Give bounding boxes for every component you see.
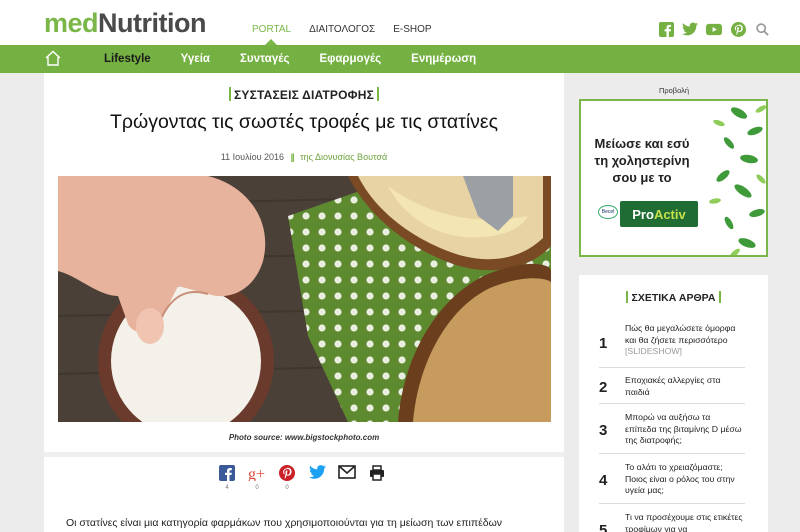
related-heading: ΣΧΕΤΙΚΑ ΑΡΘΡΑ <box>579 291 768 304</box>
related-tag: [SLIDESHOW] <box>625 346 682 356</box>
email-icon <box>338 465 356 479</box>
related-item[interactable]: 4 Το αλάτι το χρειαζόμαστε; Ποιος είναι … <box>599 454 745 504</box>
article-title: Τρώγοντας τις σωστές τροφές με τις στατί… <box>109 111 499 133</box>
topnav-portal[interactable]: PORTAL <box>252 24 291 35</box>
logo-nutrition: Nutrition <box>98 8 207 38</box>
related-text: Πώς θα μεγαλώσετε όμορφα και θα ζήσετε π… <box>625 323 743 358</box>
category-label: ΣΥΣΤΑΣΕΙΣ ΔΙΑΤΡΟΦΗΣ <box>234 88 374 102</box>
related-title-text: Εποχιακές αλλεργίες στα παιδιά <box>625 375 721 397</box>
article-date: 11 Ιουλίου 2016 <box>220 152 285 162</box>
photo-illustration <box>58 176 551 422</box>
article: ΣΥΣΤΑΣΕΙΣ ΔΙΑΤΡΟΦΗΣ Τρώγοντας τις σωστές… <box>44 73 564 532</box>
top-header: medNutrition PORTAL ΔΙΑΙΤΟΛΟΓΟΣ E-SHOP <box>0 0 800 46</box>
topnav-dietitian[interactable]: ΔΙΑΙΤΟΛΟΓΟΣ <box>309 24 375 35</box>
related-number: 4 <box>599 472 608 489</box>
category-bar-left <box>229 87 232 101</box>
share-count-facebook: 4 <box>225 485 229 491</box>
site-logo[interactable]: medNutrition <box>44 8 207 39</box>
article-category[interactable]: ΣΥΣΤΑΣΕΙΣ ΔΙΑΤΡΟΦΗΣ <box>44 87 564 102</box>
related-item[interactable]: 5 Τι να προσέχουμε στις ετικέτες τροφίμω… <box>599 504 745 532</box>
related-title-text: Πώς θα μεγαλώσετε όμορφα και θα ζήσετε π… <box>625 323 736 345</box>
social-links <box>658 21 770 37</box>
main-nav: Lifestyle Υγεία Συνταγές Εφαρμογές Ενημέ… <box>104 45 506 73</box>
related-title-text: Μπορώ να αυξήσω τα επίπεδα της βιταμίνης… <box>625 412 742 445</box>
logo-med: med <box>44 8 99 38</box>
related-number: 3 <box>599 422 608 439</box>
share-count-pinterest: 0 <box>285 485 289 491</box>
pinterest-icon <box>279 465 295 481</box>
related-number: 2 <box>599 379 608 396</box>
twitter-icon <box>308 465 326 479</box>
ad-headline: Μείωσε και εσύ τη χοληστερίνη σου με το <box>587 135 697 186</box>
related-item[interactable]: 1 Πώς θα μεγαλώσετε όμορφα και θα ζήσετε… <box>599 320 745 368</box>
share-bar: 4 g+ 0 0 <box>218 465 386 491</box>
nav-news[interactable]: Ενημέρωση <box>411 53 476 65</box>
ad-line-1: Μείωσε και εσύ <box>594 136 690 151</box>
main-nav-bar: Lifestyle Υγεία Συνταγές Εφαρμογές Ενημέ… <box>0 45 800 73</box>
related-title: ΣΧΕΤΙΚΑ ΑΡΘΡΑ <box>631 292 716 304</box>
share-google-plus[interactable]: g+ 0 <box>248 465 266 491</box>
ad-line-2: τη χοληστερίνη <box>594 153 690 168</box>
related-item[interactable]: 2 Εποχιακές αλλεργίες στα παιδιά <box>599 368 745 404</box>
youtube-icon[interactable] <box>706 21 722 37</box>
top-nav: PORTAL ΔΙΑΙΤΟΛΟΓΟΣ E-SHOP <box>252 24 450 46</box>
google-plus-icon: g+ <box>248 466 265 481</box>
share-pinterest[interactable]: 0 <box>278 465 296 491</box>
meta-separator: || <box>290 152 295 162</box>
article-author[interactable]: της Διονυσίας Βουτσά <box>300 152 387 162</box>
nav-apps[interactable]: Εφαρμογές <box>319 53 381 65</box>
photo-caption: Photo source: www.bigstockphoto.com <box>228 433 380 442</box>
ad-line-3: σου με το <box>612 170 672 185</box>
home-icon[interactable] <box>44 49 62 67</box>
category-bar-right <box>376 87 379 101</box>
facebook-icon <box>219 465 235 481</box>
becel-logo: Becel <box>598 205 618 219</box>
facebook-icon[interactable] <box>658 21 674 37</box>
svg-text:g+: g+ <box>248 466 265 481</box>
related-number: 5 <box>599 522 608 532</box>
pinterest-icon[interactable] <box>730 21 746 37</box>
related-number: 1 <box>599 335 608 352</box>
related-articles: ΣΧΕΤΙΚΑ ΑΡΘΡΑ 1 Πώς θα μεγαλώσετε όμορφα… <box>579 275 768 532</box>
share-email[interactable] <box>338 465 356 491</box>
share-count-google: 0 <box>255 485 259 491</box>
related-bar-left <box>625 291 628 303</box>
brand-activ: Activ <box>653 206 686 222</box>
twitter-icon[interactable] <box>682 21 698 37</box>
related-title-text: Τι να προσέχουμε στις ετικέτες τροφίμων … <box>625 512 743 532</box>
share-twitter[interactable] <box>308 465 326 491</box>
related-item[interactable]: 3 Μπορώ να αυξήσω τα επίπεδα της βιταμίν… <box>599 404 745 454</box>
nav-lifestyle[interactable]: Lifestyle <box>104 53 151 65</box>
nav-health[interactable]: Υγεία <box>181 53 210 65</box>
proactiv-logo: Pro Activ <box>620 201 698 227</box>
related-title-text: Το αλάτι το χρειαζόμαστε; Ποιος είναι ο … <box>625 462 735 495</box>
article-photo <box>58 176 551 422</box>
leaves-illustration <box>709 105 766 255</box>
section-divider <box>44 452 564 457</box>
ad-banner[interactable]: Μείωσε και εσύ τη χοληστερίνη σου με το … <box>579 99 768 257</box>
share-print[interactable] <box>368 465 386 491</box>
related-bar-right <box>719 291 722 303</box>
ad-label: Προβολή <box>658 86 690 95</box>
article-body-first-line: Οι στατίνες είναι μια κατηγορία φαρμάκων… <box>66 517 503 529</box>
search-icon[interactable] <box>754 21 770 37</box>
nav-recipes[interactable]: Συνταγές <box>240 53 289 65</box>
topnav-eshop[interactable]: E-SHOP <box>393 24 431 35</box>
share-facebook[interactable]: 4 <box>218 465 236 491</box>
brand-pro: Pro <box>632 206 654 222</box>
article-meta: 11 Ιουλίου 2016 || της Διονυσίας Βουτσά <box>44 152 564 162</box>
print-icon <box>370 465 384 481</box>
